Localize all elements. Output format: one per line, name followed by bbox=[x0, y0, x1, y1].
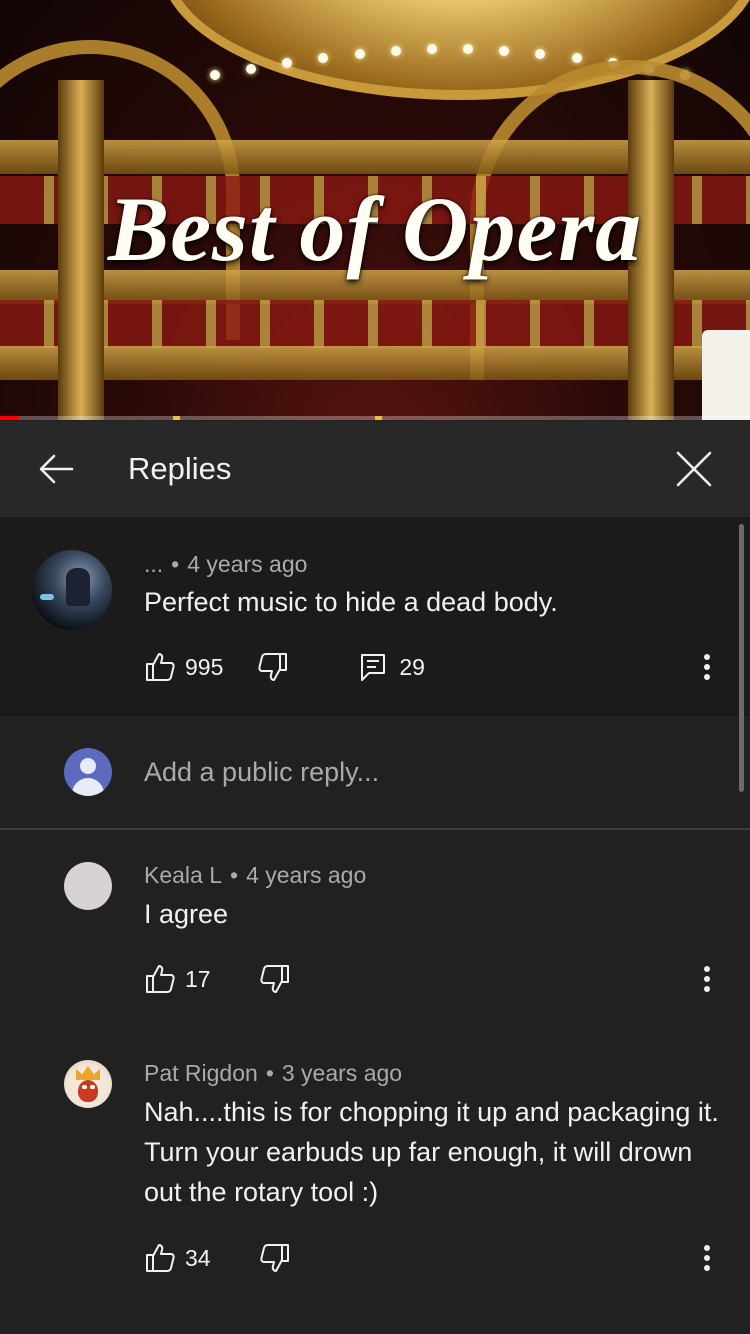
reply-time: 3 years ago bbox=[281, 1060, 403, 1086]
chapter-marker bbox=[172, 416, 180, 420]
reply-meta: Pat Rigdon • 3 years ago bbox=[144, 1060, 402, 1087]
avatar-eye bbox=[90, 1085, 95, 1089]
reply-time: 4 years ago bbox=[246, 862, 367, 888]
more-vert-icon bbox=[704, 966, 710, 992]
dislike-button[interactable] bbox=[259, 1240, 291, 1276]
avatar[interactable] bbox=[64, 1060, 112, 1108]
like-button[interactable]: 995 bbox=[144, 649, 223, 685]
reply-author[interactable]: Keala L bbox=[144, 862, 222, 888]
like-count: 34 bbox=[185, 1244, 211, 1271]
close-button[interactable] bbox=[670, 445, 718, 493]
chapter-marker bbox=[375, 416, 382, 420]
dome-light bbox=[210, 70, 220, 80]
reply-text: I agree bbox=[144, 899, 229, 929]
avatar-figure bbox=[66, 568, 90, 606]
panel-title: Replies bbox=[128, 451, 232, 486]
reply-item: Keala L • 4 years ago I agree 17 bbox=[0, 830, 750, 1028]
thumbs-down-icon bbox=[258, 653, 288, 681]
more-options-button[interactable] bbox=[692, 649, 722, 685]
reply-count: 29 bbox=[399, 653, 425, 680]
add-reply-row bbox=[0, 716, 750, 828]
thumbs-down-icon bbox=[259, 1244, 289, 1272]
thumbs-up-icon bbox=[146, 965, 175, 993]
reply-input[interactable] bbox=[144, 752, 704, 792]
avatar-eye bbox=[82, 1085, 87, 1089]
meta-separator: • bbox=[230, 862, 239, 888]
dome-light bbox=[246, 63, 257, 74]
comment-text: Perfect music to hide a dead body. bbox=[144, 587, 558, 617]
dome-light bbox=[282, 57, 293, 68]
meta-separator: • bbox=[171, 551, 180, 577]
dislike-button[interactable] bbox=[259, 961, 291, 997]
like-button[interactable]: 34 bbox=[144, 1240, 211, 1276]
video-title-overlay: Best of Opera bbox=[107, 178, 643, 280]
avatar-crown bbox=[76, 1066, 100, 1080]
close-icon bbox=[676, 451, 712, 487]
avatar-head bbox=[80, 758, 96, 774]
more-vert-icon bbox=[704, 654, 710, 680]
avatar-body bbox=[72, 778, 104, 796]
like-button[interactable]: 17 bbox=[144, 961, 211, 997]
comment-meta: ... • 4 years ago bbox=[144, 551, 307, 578]
dome-light bbox=[318, 52, 329, 63]
dome-light bbox=[426, 44, 437, 55]
dome-light bbox=[354, 48, 365, 59]
reply-item: Pat Rigdon • 3 years ago Nah....this is fo… bbox=[0, 1028, 750, 1334]
like-count: 995 bbox=[185, 653, 224, 680]
video-player[interactable]: Best of Opera bbox=[0, 0, 750, 420]
reply-actions: 17 bbox=[144, 961, 744, 997]
thumbs-down-icon bbox=[259, 965, 289, 993]
progress-played bbox=[0, 416, 20, 420]
dome-light bbox=[463, 44, 474, 55]
comment-actions: 995 29 bbox=[144, 649, 744, 685]
more-vert-icon bbox=[704, 1245, 710, 1271]
avatar[interactable] bbox=[64, 862, 112, 910]
comment-author[interactable]: ... bbox=[144, 551, 163, 577]
reply-actions: 34 bbox=[144, 1240, 744, 1276]
replies-header: Replies bbox=[0, 421, 750, 517]
dome-light bbox=[390, 45, 401, 56]
dome-light bbox=[535, 48, 546, 59]
reply-text: Nah....this is for chopping it up and pa… bbox=[144, 1097, 719, 1207]
back-button[interactable] bbox=[32, 445, 80, 493]
comment-time: 4 years ago bbox=[187, 551, 308, 577]
thumbs-up-icon bbox=[146, 653, 175, 681]
reply-author[interactable]: Pat Rigdon bbox=[144, 1060, 258, 1086]
avatar-light bbox=[40, 594, 54, 600]
comment-icon bbox=[361, 654, 386, 681]
arrow-left-icon bbox=[39, 454, 74, 484]
avatar[interactable] bbox=[32, 550, 112, 630]
dome-light bbox=[571, 52, 582, 63]
avatar-face bbox=[78, 1080, 98, 1102]
replies-button[interactable]: 29 bbox=[359, 649, 425, 685]
my-avatar bbox=[64, 748, 112, 796]
reply-meta: Keala L • 4 years ago bbox=[144, 862, 366, 889]
dislike-button[interactable] bbox=[257, 649, 289, 685]
more-options-button[interactable] bbox=[692, 961, 722, 997]
parent-comment: ... • 4 years ago Perfect music to hide a … bbox=[0, 517, 750, 716]
dome-light bbox=[499, 45, 510, 56]
stage-screen bbox=[702, 330, 750, 420]
video-progress-bar[interactable] bbox=[0, 416, 750, 420]
more-options-button[interactable] bbox=[692, 1240, 722, 1276]
like-count: 17 bbox=[185, 965, 211, 992]
thumbs-up-icon bbox=[146, 1244, 175, 1272]
scrollbar[interactable] bbox=[739, 524, 744, 792]
meta-separator: • bbox=[265, 1060, 274, 1086]
